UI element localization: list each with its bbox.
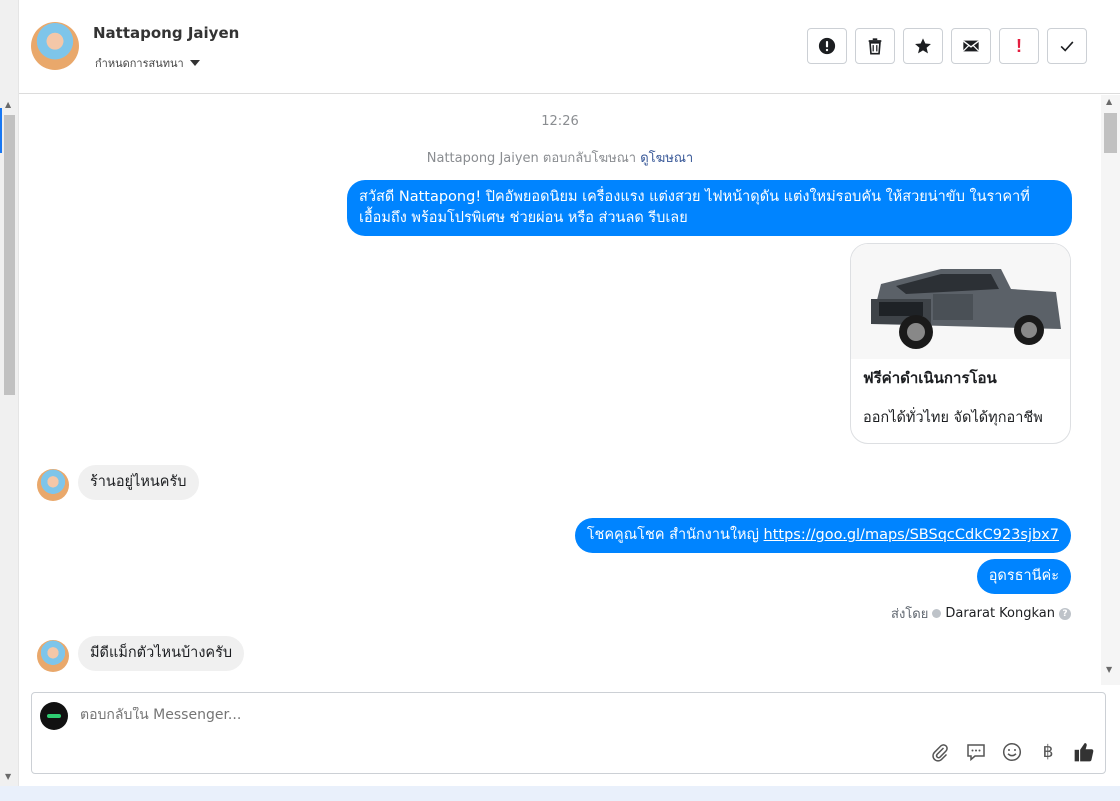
smiley-icon[interactable]: [1001, 741, 1023, 763]
paperclip-icon[interactable]: [929, 741, 951, 763]
map-link[interactable]: https://goo.gl/maps/SBSqcCdkC923sjbx7: [764, 527, 1059, 543]
thread-scroll-thumb[interactable]: [1104, 113, 1117, 153]
outgoing-message-link: โชคคูณโชค สำนักงานใหญ่ https://goo.gl/ma…: [574, 518, 1071, 553]
sent-by-name: Dararat Kongkan: [945, 606, 1055, 621]
left-scroll-thumb[interactable]: [4, 115, 15, 395]
outgoing-message: สวัสดี Nattapong! ปิคอัพยอดนิยม เครื่องแ…: [347, 180, 1072, 236]
mark-unread-button[interactable]: [951, 28, 991, 64]
contact-name[interactable]: Nattapong Jaiyen: [93, 24, 239, 42]
exclamation-icon: !: [1016, 35, 1022, 56]
caret-down-icon: [189, 60, 200, 66]
star-icon: [915, 38, 931, 54]
delete-button[interactable]: [855, 28, 895, 64]
scroll-down-arrow-icon[interactable]: ▼: [5, 772, 11, 781]
spam-button[interactable]: [807, 28, 847, 64]
incoming-message: ร้านอยู่ไหนครับ: [78, 465, 199, 500]
composer-tools: ฿: [929, 741, 1095, 763]
sent-by-label: ส่งโดย: [891, 607, 929, 622]
star-button[interactable]: [903, 28, 943, 64]
ad-card-title: ฟรีค่าดำเนินการโอน: [863, 369, 997, 387]
baht-icon[interactable]: ฿: [1037, 741, 1059, 763]
ad-card[interactable]: ฟรีค่าดำเนินการโอน ออกได้ทั่วไทย จัดได้ท…: [850, 243, 1071, 444]
checkmark-icon: [1060, 41, 1074, 52]
exclamation-circle-icon: [818, 37, 836, 55]
contact-avatar-small: [37, 469, 69, 501]
contact-avatar[interactable]: [31, 22, 79, 70]
conversation-header: Nattapong Jaiyen กำหนดการสนทนา !: [19, 0, 1120, 94]
incoming-message: มีดีแม็กตัวไหนบ้างครับ: [78, 636, 245, 671]
scroll-down-arrow-icon[interactable]: ▼: [1106, 665, 1112, 674]
active-indicator: [0, 108, 2, 153]
ad-card-subtitle: ออกได้ทั่วไทย จัดได้ทุกอาชีพ: [863, 410, 1043, 426]
ad-reply-notice: Nattapong Jaiyen ตอบกลับโฆษณา ดูโฆษณา: [19, 147, 1101, 168]
truck-illustration: [851, 244, 1070, 359]
scroll-up-arrow-icon[interactable]: ▲: [5, 100, 11, 109]
help-icon[interactable]: ?: [1059, 607, 1071, 620]
page-avatar: [40, 702, 68, 730]
view-ad-link[interactable]: ดูโฆษณา: [640, 151, 693, 166]
sent-by-info: ส่งโดย Dararat Kongkan ?: [891, 603, 1071, 624]
chat-bubble-icon[interactable]: [965, 741, 987, 763]
contact-avatar-small: [37, 640, 69, 672]
follow-up-button[interactable]: !: [999, 28, 1039, 64]
thumbs-up-icon[interactable]: [1073, 741, 1095, 763]
verified-icon: [932, 609, 942, 618]
assign-conversation-dropdown[interactable]: กำหนดการสนทนา: [95, 54, 200, 72]
envelope-icon: [962, 40, 980, 52]
message-thread[interactable]: 12:26 Nattapong Jaiyen ตอบกลับโฆษณา ดูโฆ…: [19, 95, 1101, 685]
outgoing-message: อุดรธานีค่ะ: [976, 559, 1071, 594]
message-timestamp: 12:26: [541, 114, 579, 129]
scroll-up-arrow-icon[interactable]: ▲: [1106, 97, 1112, 106]
assign-label: กำหนดการสนทนา: [95, 57, 184, 70]
thread-scrollbar[interactable]: ▲ ▼: [1101, 95, 1120, 685]
ad-reply-text: Nattapong Jaiyen ตอบกลับโฆษณา: [426, 151, 637, 166]
window-bottom-bar: [0, 786, 1120, 801]
left-scrollbar[interactable]: ▲ ▼: [0, 0, 19, 801]
trash-icon: [868, 38, 882, 55]
header-actions: !: [807, 28, 1087, 64]
mark-done-button[interactable]: [1047, 28, 1087, 64]
outgoing-message-text: โชคคูณโชค สำนักงานใหญ่: [586, 527, 764, 543]
reply-input[interactable]: [80, 707, 980, 723]
pickup-truck-image: [851, 244, 1070, 359]
reply-composer: ฿: [31, 692, 1106, 774]
